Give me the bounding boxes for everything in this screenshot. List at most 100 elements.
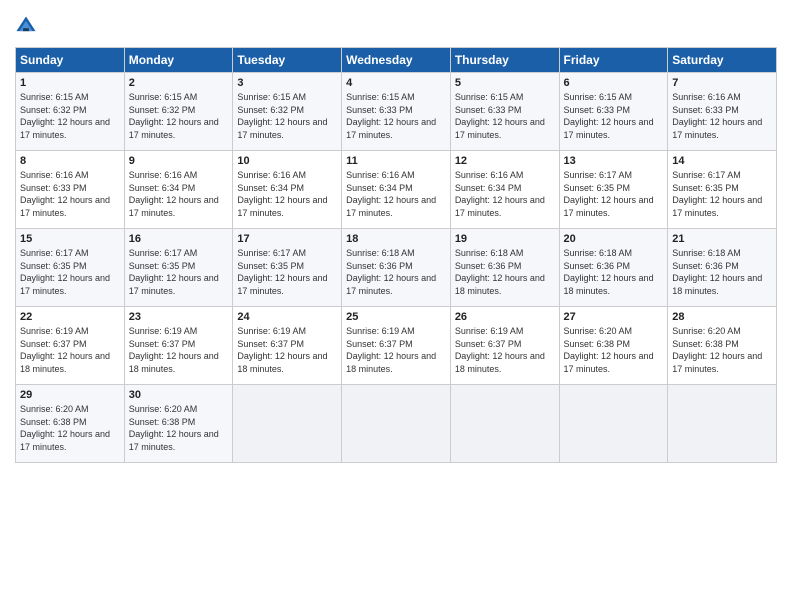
calendar-row-1: 1 Sunrise: 6:15 AMSunset: 6:32 PMDaylight… <box>16 73 777 151</box>
weekday-header-wednesday: Wednesday <box>342 48 451 73</box>
day-info: Sunrise: 6:17 AMSunset: 6:35 PMDaylight:… <box>20 247 120 297</box>
day-number: 13 <box>564 155 664 167</box>
day-info: Sunrise: 6:19 AMSunset: 6:37 PMDaylight:… <box>20 325 120 375</box>
day-number: 30 <box>129 389 229 401</box>
day-number: 19 <box>455 233 555 245</box>
day-number: 18 <box>346 233 446 245</box>
day-number: 16 <box>129 233 229 245</box>
day-number: 14 <box>672 155 772 167</box>
calendar-cell: 1 Sunrise: 6:15 AMSunset: 6:32 PMDaylight… <box>16 73 125 151</box>
calendar-cell: 24Sunrise: 6:19 AMSunset: 6:37 PMDayligh… <box>233 307 342 385</box>
day-number: 11 <box>346 155 446 167</box>
calendar-cell <box>559 385 668 463</box>
day-number: 20 <box>564 233 664 245</box>
day-info: Sunrise: 6:16 AMSunset: 6:34 PMDaylight:… <box>129 169 229 219</box>
day-number: 8 <box>20 155 120 167</box>
day-info: Sunrise: 6:18 AMSunset: 6:36 PMDaylight:… <box>564 247 664 297</box>
day-number: 28 <box>672 311 772 323</box>
day-info: Sunrise: 6:17 AMSunset: 6:35 PMDaylight:… <box>237 247 337 297</box>
calendar-cell: 17Sunrise: 6:17 AMSunset: 6:35 PMDayligh… <box>233 229 342 307</box>
calendar-cell: 28 Sunrise: 6:20 AMSunset: 6:38 PMDayligh… <box>668 307 777 385</box>
day-number: 21 <box>672 233 772 245</box>
day-number: 6 <box>564 77 664 89</box>
page: SundayMondayTuesdayWednesdayThursdayFrid… <box>0 0 792 612</box>
day-info: Sunrise: 6:17 AMSunset: 6:35 PMDaylight:… <box>564 169 664 219</box>
day-info: Sunrise: 6:18 AMSunset: 6:36 PMDaylight:… <box>455 247 555 297</box>
calendar-row-2: 8Sunrise: 6:16 AMSunset: 6:33 PMDaylight… <box>16 151 777 229</box>
calendar-cell: 15 Sunrise: 6:17 AMSunset: 6:35 PMDayligh… <box>16 229 125 307</box>
day-number: 1 <box>20 77 120 89</box>
day-number: 10 <box>237 155 337 167</box>
calendar-cell: 13 Sunrise: 6:17 AMSunset: 6:35 PMDayligh… <box>559 151 668 229</box>
day-number: 29 <box>20 389 120 401</box>
day-info: Sunrise: 6:19 AMSunset: 6:37 PMDaylight:… <box>346 325 446 375</box>
day-number: 26 <box>455 311 555 323</box>
day-number: 4 <box>346 77 446 89</box>
calendar-cell: 25 Sunrise: 6:19 AMSunset: 6:37 PMDayligh… <box>342 307 451 385</box>
calendar-cell: 29 Sunrise: 6:20 AMSunset: 6:38 PMDayligh… <box>16 385 125 463</box>
day-info: Sunrise: 6:15 AMSunset: 6:32 PMDaylight:… <box>129 91 229 141</box>
calendar-cell: 23 Sunrise: 6:19 AMSunset: 6:37 PMDayligh… <box>124 307 233 385</box>
day-info: Sunrise: 6:17 AMSunset: 6:35 PMDaylight:… <box>129 247 229 297</box>
day-number: 15 <box>20 233 120 245</box>
calendar-cell: 16 Sunrise: 6:17 AMSunset: 6:35 PMDayligh… <box>124 229 233 307</box>
calendar-table: SundayMondayTuesdayWednesdayThursdayFrid… <box>15 47 777 463</box>
day-info: Sunrise: 6:15 AMSunset: 6:33 PMDaylight:… <box>346 91 446 141</box>
calendar-cell <box>450 385 559 463</box>
calendar-cell: 4 Sunrise: 6:15 AMSunset: 6:33 PMDaylight… <box>342 73 451 151</box>
calendar-cell: 12Sunrise: 6:16 AMSunset: 6:34 PMDayligh… <box>450 151 559 229</box>
weekday-header-monday: Monday <box>124 48 233 73</box>
day-number: 2 <box>129 77 229 89</box>
day-info: Sunrise: 6:15 AMSunset: 6:32 PMDaylight:… <box>237 91 337 141</box>
logo <box>15 15 41 37</box>
calendar-cell: 5Sunrise: 6:15 AMSunset: 6:33 PMDaylight… <box>450 73 559 151</box>
day-info: Sunrise: 6:18 AMSunset: 6:36 PMDaylight:… <box>672 247 772 297</box>
day-number: 27 <box>564 311 664 323</box>
calendar-cell: 10 Sunrise: 6:16 AMSunset: 6:34 PMDayligh… <box>233 151 342 229</box>
day-info: Sunrise: 6:16 AMSunset: 6:34 PMDaylight:… <box>455 169 555 219</box>
calendar-cell: 22 Sunrise: 6:19 AMSunset: 6:37 PMDayligh… <box>16 307 125 385</box>
calendar-cell: 18 Sunrise: 6:18 AMSunset: 6:36 PMDayligh… <box>342 229 451 307</box>
day-number: 23 <box>129 311 229 323</box>
calendar-cell <box>668 385 777 463</box>
day-number: 5 <box>455 77 555 89</box>
calendar-row-4: 22 Sunrise: 6:19 AMSunset: 6:37 PMDayligh… <box>16 307 777 385</box>
day-number: 9 <box>129 155 229 167</box>
day-number: 22 <box>20 311 120 323</box>
day-info: Sunrise: 6:17 AMSunset: 6:35 PMDaylight:… <box>672 169 772 219</box>
weekday-header-thursday: Thursday <box>450 48 559 73</box>
day-number: 25 <box>346 311 446 323</box>
day-info: Sunrise: 6:20 AMSunset: 6:38 PMDaylight:… <box>564 325 664 375</box>
day-info: Sunrise: 6:19 AMSunset: 6:37 PMDaylight:… <box>129 325 229 375</box>
calendar-cell: 14 Sunrise: 6:17 AMSunset: 6:35 PMDayligh… <box>668 151 777 229</box>
logo-icon <box>15 15 37 37</box>
calendar-cell: 20 Sunrise: 6:18 AMSunset: 6:36 PMDayligh… <box>559 229 668 307</box>
calendar-cell: 27 Sunrise: 6:20 AMSunset: 6:38 PMDayligh… <box>559 307 668 385</box>
calendar-cell: 6 Sunrise: 6:15 AMSunset: 6:33 PMDaylight… <box>559 73 668 151</box>
day-number: 24 <box>237 311 337 323</box>
day-info: Sunrise: 6:20 AMSunset: 6:38 PMDaylight:… <box>20 403 120 453</box>
calendar-cell: 2 Sunrise: 6:15 AMSunset: 6:32 PMDaylight… <box>124 73 233 151</box>
calendar-row-5: 29 Sunrise: 6:20 AMSunset: 6:38 PMDayligh… <box>16 385 777 463</box>
calendar-cell: 19 Sunrise: 6:18 AMSunset: 6:36 PMDayligh… <box>450 229 559 307</box>
calendar-cell: 30 Sunrise: 6:20 AMSunset: 6:38 PMDayligh… <box>124 385 233 463</box>
day-info: Sunrise: 6:20 AMSunset: 6:38 PMDaylight:… <box>672 325 772 375</box>
weekday-header-sunday: Sunday <box>16 48 125 73</box>
calendar-row-3: 15 Sunrise: 6:17 AMSunset: 6:35 PMDayligh… <box>16 229 777 307</box>
day-number: 3 <box>237 77 337 89</box>
day-info: Sunrise: 6:20 AMSunset: 6:38 PMDaylight:… <box>129 403 229 453</box>
day-info: Sunrise: 6:15 AMSunset: 6:32 PMDaylight:… <box>20 91 120 141</box>
day-info: Sunrise: 6:16 AMSunset: 6:33 PMDaylight:… <box>672 91 772 141</box>
day-info: Sunrise: 6:16 AMSunset: 6:34 PMDaylight:… <box>237 169 337 219</box>
weekday-header-row: SundayMondayTuesdayWednesdayThursdayFrid… <box>16 48 777 73</box>
header <box>15 15 777 37</box>
day-info: Sunrise: 6:15 AMSunset: 6:33 PMDaylight:… <box>564 91 664 141</box>
calendar-cell <box>233 385 342 463</box>
calendar-cell: 11Sunrise: 6:16 AMSunset: 6:34 PMDayligh… <box>342 151 451 229</box>
calendar-cell <box>342 385 451 463</box>
calendar-cell: 8Sunrise: 6:16 AMSunset: 6:33 PMDaylight… <box>16 151 125 229</box>
day-number: 7 <box>672 77 772 89</box>
day-info: Sunrise: 6:19 AMSunset: 6:37 PMDaylight:… <box>455 325 555 375</box>
day-info: Sunrise: 6:18 AMSunset: 6:36 PMDaylight:… <box>346 247 446 297</box>
calendar-cell: 26 Sunrise: 6:19 AMSunset: 6:37 PMDayligh… <box>450 307 559 385</box>
